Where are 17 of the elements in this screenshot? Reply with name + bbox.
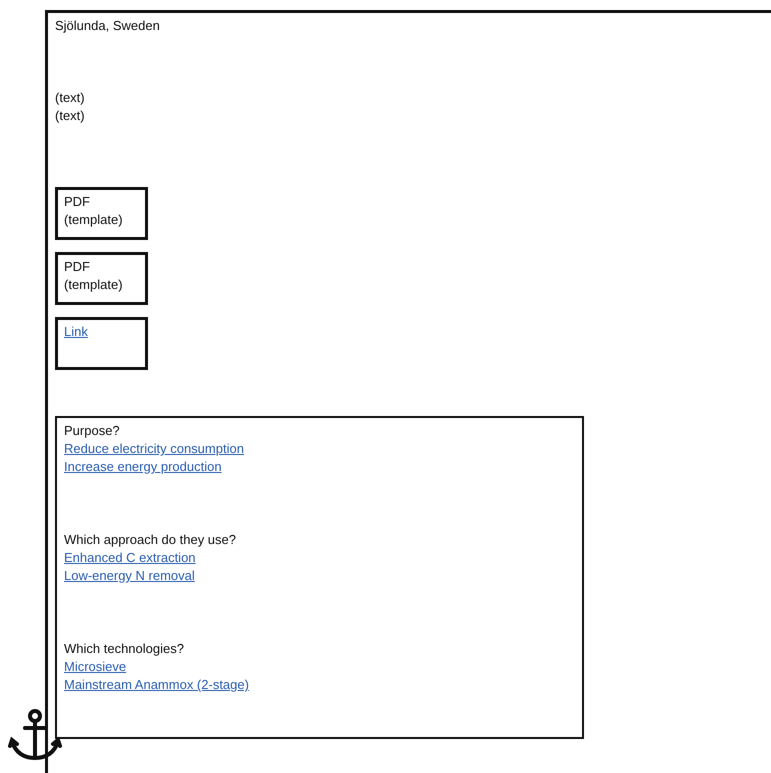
placeholder-text: (text) <box>55 89 86 107</box>
card-label: (template) <box>64 276 124 294</box>
question-label: Purpose? <box>64 422 121 440</box>
location-title: Sjölunda, Sweden <box>55 17 161 35</box>
card-label: (template) <box>64 211 124 229</box>
card-label: PDF <box>64 258 91 276</box>
answer-link[interactable]: Low-energy N removal <box>64 568 195 583</box>
answer-link[interactable]: Microsieve <box>64 659 126 674</box>
answer-link[interactable]: Reduce electricity consumption <box>64 441 244 456</box>
question-label: Which technologies? <box>64 640 185 658</box>
card-label: PDF <box>64 193 91 211</box>
answer-link[interactable]: Mainstream Anammox (2-stage) <box>64 677 249 692</box>
question-label: Which approach do they use? <box>64 531 237 549</box>
placeholder-text: (text) <box>55 107 86 125</box>
answer-link[interactable]: Increase energy production <box>64 459 222 474</box>
link[interactable]: Link <box>64 324 88 339</box>
answer-link[interactable]: Enhanced C extraction <box>64 550 196 565</box>
